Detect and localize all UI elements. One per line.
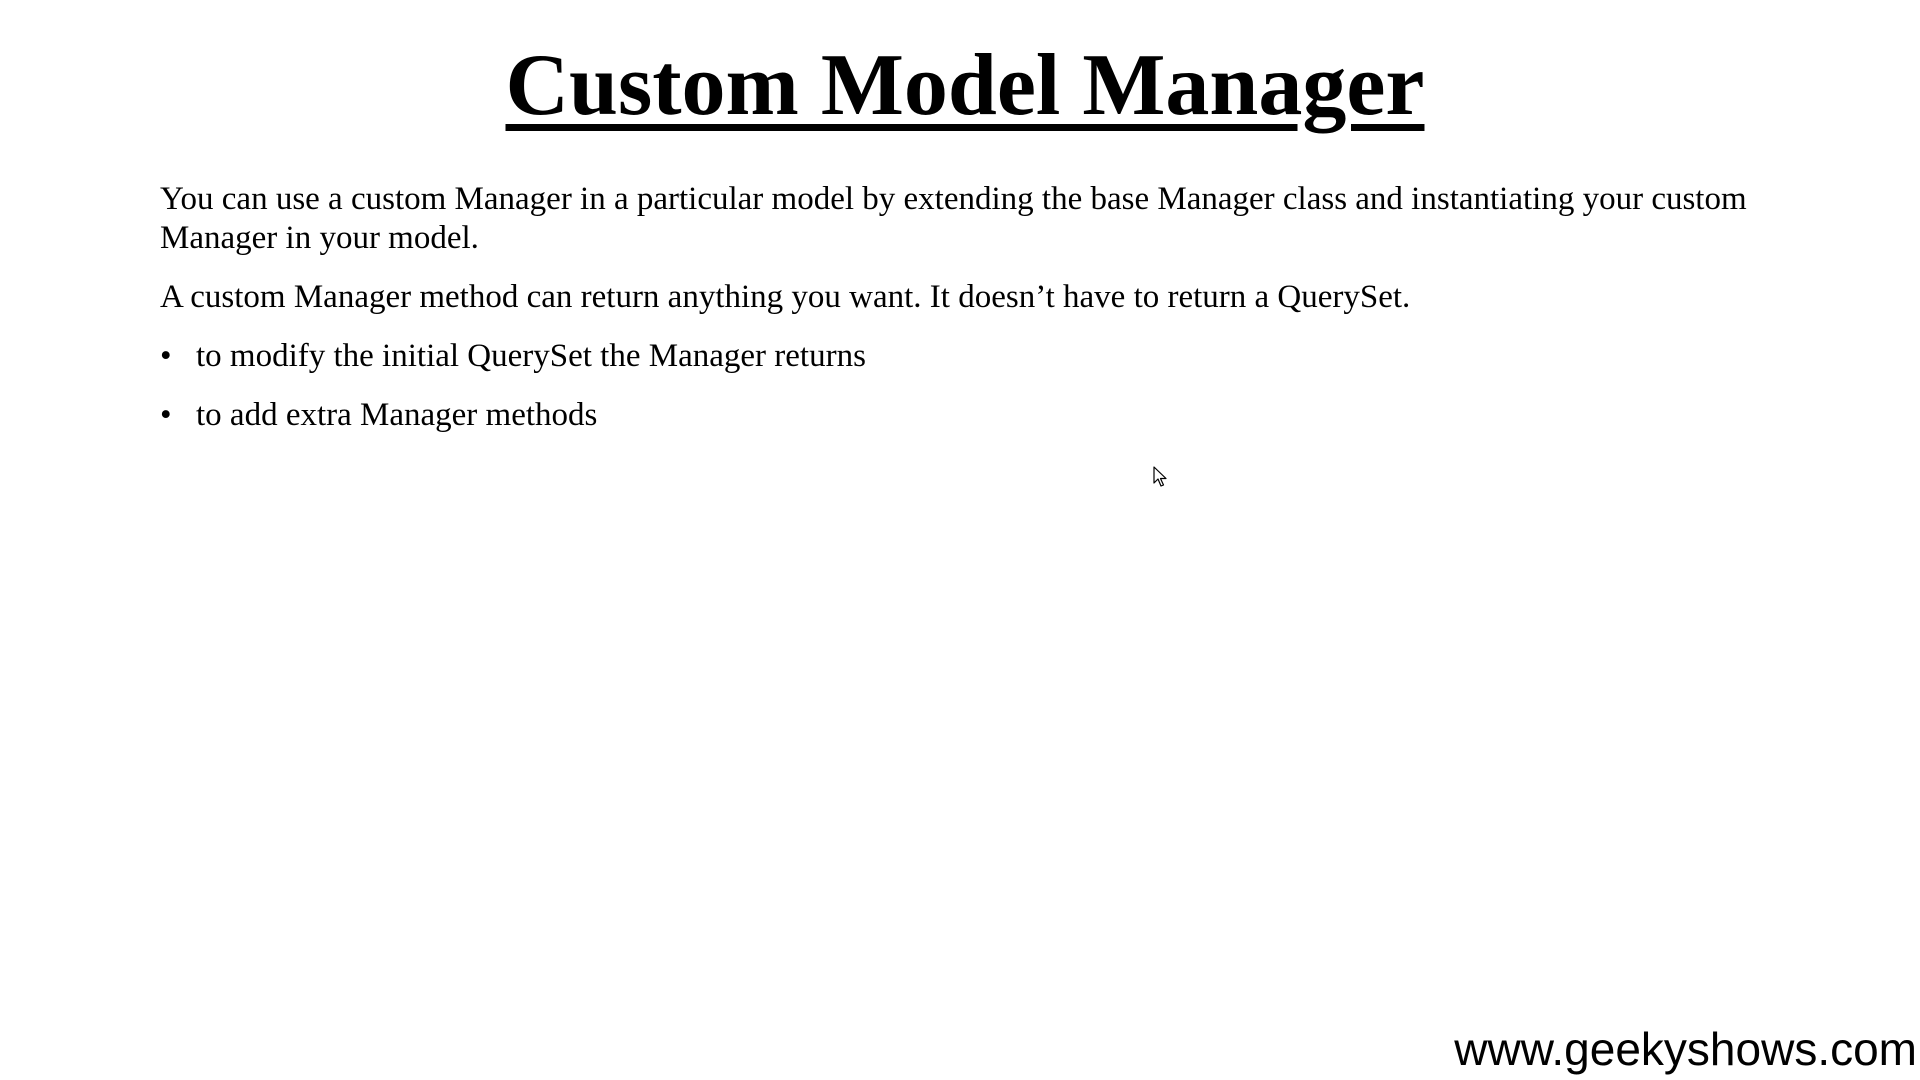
paragraph-intro: You can use a custom Manager in a partic… [160,181,1747,256]
mouse-pointer-icon [1153,466,1167,487]
slide-content: You can use a custom Manager in a partic… [160,180,1810,455]
slide: Custom Model Manager You can use a custo… [0,0,1920,1080]
bullet-text: to add extra Manager methods [196,397,598,433]
watermark-url: www.geekyshows.com [1454,1023,1917,1075]
slide-title-text: Custom Model Manager [505,37,1425,134]
paragraph-return: A custom Manager method can return anyth… [160,279,1411,315]
bullet-symbol: • [160,397,172,433]
bullet-list: • to modify the initial QuerySet the Man… [160,337,1810,435]
bullet-text: to modify the initial QuerySet the Manag… [196,338,866,374]
bullet-item: • to add extra Manager methods [160,396,1810,435]
slide-title: Custom Model Manager [0,37,1920,135]
bullet-item: • to modify the initial QuerySet the Man… [160,337,1810,376]
bullet-symbol: • [160,338,172,374]
